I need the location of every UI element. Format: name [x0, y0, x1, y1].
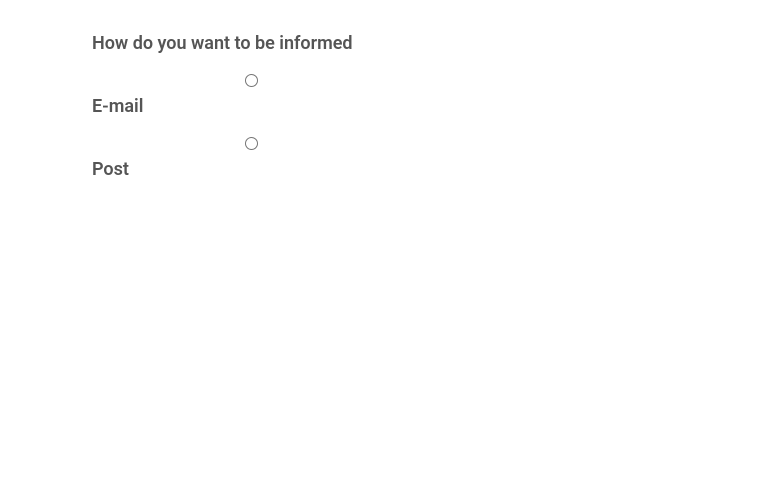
radio-wrap-email [245, 72, 761, 90]
option-label-email: E-mail [92, 96, 761, 117]
option-row-post: Post [92, 135, 761, 180]
radio-email[interactable] [245, 74, 258, 87]
question-title: How do you want to be informed [92, 33, 761, 54]
option-label-post: Post [92, 159, 761, 180]
radio-post[interactable] [245, 137, 258, 150]
option-row-email: E-mail [92, 72, 761, 117]
radio-wrap-post [245, 135, 761, 153]
